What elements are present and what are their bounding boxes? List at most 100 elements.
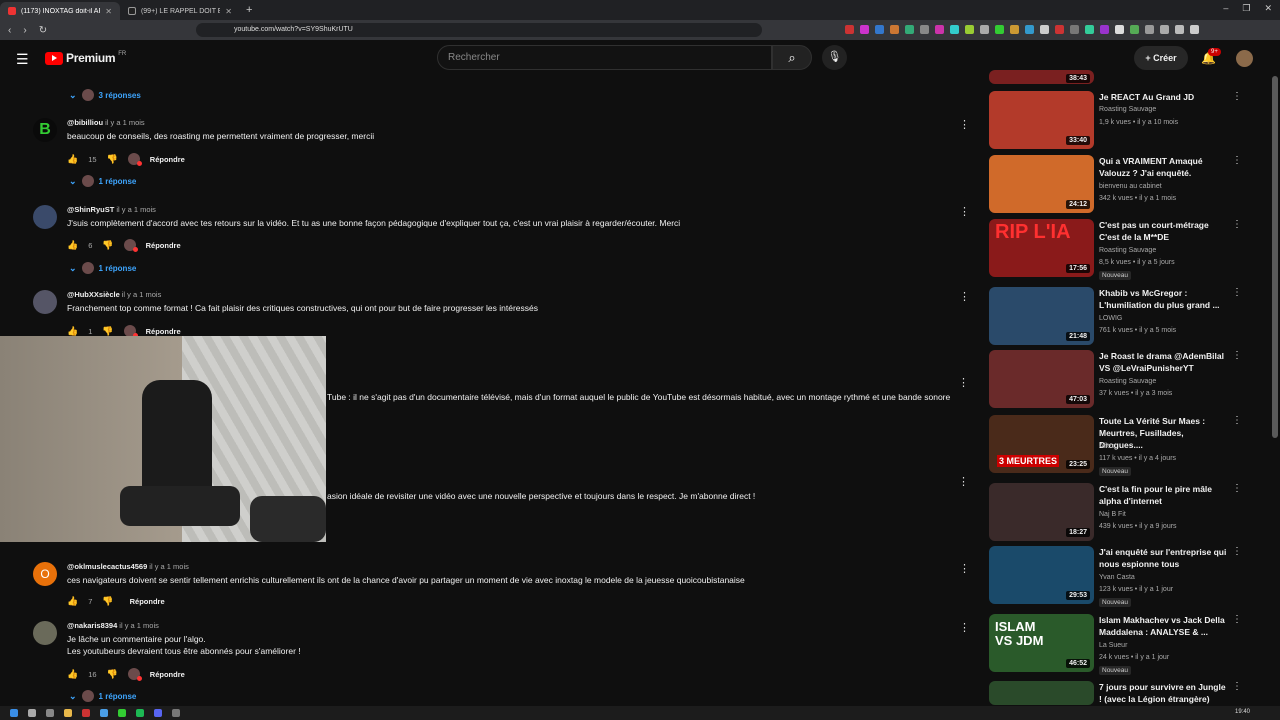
replies-toggle[interactable]: ⌄ 1 réponse xyxy=(69,262,136,274)
replies-toggle[interactable]: ⌄ 1 réponse xyxy=(69,690,136,702)
video-channel[interactable]: La Sueur xyxy=(1099,642,1127,649)
url-field[interactable]: youtube.com/watch?v=SY9ShuKrUTU xyxy=(196,23,762,37)
search-icon[interactable] xyxy=(28,709,36,717)
more-options-icon[interactable]: ⋮ xyxy=(1232,483,1242,494)
comment-time[interactable]: il y a 1 mois xyxy=(119,621,159,630)
file-explorer-icon[interactable] xyxy=(64,709,72,717)
video-channel[interactable]: Roasting Sauvage xyxy=(1099,106,1156,113)
dislike-icon[interactable]: 👎 xyxy=(102,596,113,607)
more-options-icon[interactable]: ⋮ xyxy=(1232,219,1242,230)
extension-icon[interactable] xyxy=(875,25,884,34)
more-options-icon[interactable]: ⋮ xyxy=(959,621,970,634)
video-thumbnail[interactable]: RIP L'IA 17:56 xyxy=(989,219,1094,277)
comment-author[interactable]: @oklmuslecactus4569 xyxy=(67,562,147,571)
close-tab-icon[interactable]: ✕ xyxy=(105,7,112,16)
avatar[interactable]: B xyxy=(33,118,57,142)
more-options-icon[interactable]: ⋮ xyxy=(1232,546,1242,557)
avatar[interactable] xyxy=(33,205,57,229)
avatar[interactable] xyxy=(33,290,57,314)
more-options-icon[interactable]: ⋮ xyxy=(959,118,970,131)
video-title[interactable]: 7 jours pour survivre en Jungle ! (avec … xyxy=(1099,681,1229,705)
video-thumbnail[interactable]: 24:12 xyxy=(989,155,1094,213)
extension-icon[interactable] xyxy=(1100,25,1109,34)
extension-icon[interactable] xyxy=(995,25,1004,34)
create-button[interactable]: + Créer xyxy=(1134,46,1188,70)
more-options-icon[interactable]: ⋮ xyxy=(959,290,970,303)
spotify-icon[interactable] xyxy=(136,709,144,717)
reload-icon[interactable]: ↻ xyxy=(39,25,47,36)
video-channel[interactable]: bienvenu au cabinet xyxy=(1099,183,1162,190)
replies-toggle[interactable]: ⌄ 3 réponses xyxy=(69,89,141,101)
more-options-icon[interactable]: ⋮ xyxy=(959,205,970,218)
comment-author[interactable]: @nakaris8394 xyxy=(67,621,117,630)
comment-time[interactable]: il y a 1 mois xyxy=(105,118,145,127)
video-title[interactable]: Toute La Vérité Sur Maes : Meurtres, Fus… xyxy=(1099,415,1229,451)
like-icon[interactable]: 👍 xyxy=(67,154,78,165)
comment-author[interactable]: @HubXXsiècle xyxy=(67,290,120,299)
more-options-icon[interactable]: ⋮ xyxy=(1232,350,1242,361)
video-title[interactable]: Je REACT Au Grand JD xyxy=(1099,91,1229,103)
extension-icon[interactable] xyxy=(890,25,899,34)
like-icon[interactable]: 👍 xyxy=(67,240,78,251)
extension-icon[interactable] xyxy=(1175,25,1184,34)
extension-icon[interactable] xyxy=(845,25,854,34)
video-title[interactable]: Khabib vs McGregor : L'humiliation du pl… xyxy=(1099,287,1229,311)
youtube-logo[interactable]: Premium FR xyxy=(45,51,126,65)
video-channel[interactable]: Roasting Sauvage xyxy=(1099,247,1156,254)
extension-icon[interactable] xyxy=(935,25,944,34)
dislike-icon[interactable]: 👎 xyxy=(102,240,113,251)
video-title[interactable]: Islam Makhachev vs Jack Della Maddalena … xyxy=(1099,614,1229,638)
more-options-icon[interactable]: ⋮ xyxy=(1232,614,1242,625)
extension-icon[interactable] xyxy=(1190,25,1199,34)
replies-toggle[interactable]: ⌄ 1 réponse xyxy=(69,175,136,187)
video-thumbnail[interactable]: 21:48 xyxy=(989,287,1094,345)
video-channel[interactable]: Aflex xyxy=(1099,443,1115,450)
video-channel[interactable]: Roasting Sauvage xyxy=(1099,378,1156,385)
like-icon[interactable]: 👍 xyxy=(67,596,78,607)
minimize-icon[interactable]: – xyxy=(1223,3,1228,14)
video-title[interactable]: C'est la fin pour le pire mâle alpha d'i… xyxy=(1099,483,1229,507)
video-thumbnail[interactable]: 29:53 xyxy=(989,546,1094,604)
extension-icon[interactable] xyxy=(920,25,929,34)
search-input[interactable]: Rechercher xyxy=(437,45,772,70)
forward-icon[interactable]: › xyxy=(23,25,26,36)
reply-button[interactable]: Répondre xyxy=(130,597,165,606)
video-title[interactable]: Je Roast le drama @AdemBilal VS @LeVraiP… xyxy=(1099,350,1229,374)
extension-icon[interactable] xyxy=(905,25,914,34)
back-icon[interactable]: ‹ xyxy=(8,25,11,36)
comment-time[interactable]: il y a 1 mois xyxy=(122,290,162,299)
close-tab-icon[interactable]: ✕ xyxy=(225,7,232,16)
avatar[interactable] xyxy=(1236,50,1253,67)
more-options-icon[interactable]: ⋮ xyxy=(1232,155,1242,166)
more-options-icon[interactable]: ⋮ xyxy=(958,376,969,389)
avatar[interactable]: O xyxy=(33,562,57,586)
comment-time[interactable]: il y a 1 mois xyxy=(149,562,189,571)
voice-search-button[interactable]: 🎙 xyxy=(822,45,847,70)
dislike-icon[interactable]: 👎 xyxy=(107,669,118,680)
more-options-icon[interactable]: ⋮ xyxy=(958,475,969,488)
comment-time[interactable]: il y a 1 mois xyxy=(116,205,156,214)
extension-icon[interactable] xyxy=(1160,25,1169,34)
reply-button[interactable]: Répondre xyxy=(150,155,185,164)
app-taskbar-icon[interactable] xyxy=(100,709,108,717)
new-tab-icon[interactable]: + xyxy=(246,4,252,16)
more-options-icon[interactable]: ⋮ xyxy=(1232,415,1242,426)
extension-icon[interactable] xyxy=(1025,25,1034,34)
comment-author[interactable]: @bibilliou xyxy=(67,118,103,127)
reply-button[interactable]: Répondre xyxy=(146,241,181,250)
browser-tab-1[interactable]: (1173) INOXTAG doit-il ARRÊTER ✕ xyxy=(0,2,120,20)
video-title[interactable]: Qui a VRAIMENT Amaqué Valouzz ? J'ai enq… xyxy=(1099,155,1229,179)
more-options-icon[interactable]: ⋮ xyxy=(1232,287,1242,298)
video-thumbnail[interactable]: 3 MEURTRES 23:25 xyxy=(989,415,1094,473)
video-thumbnail[interactable]: 33:40 xyxy=(989,91,1094,149)
dislike-icon[interactable]: 👎 xyxy=(107,154,118,165)
video-card[interactable]: 7 jours pour survivre en Jungle ! (avec … xyxy=(989,681,1249,705)
extension-icon[interactable] xyxy=(1130,25,1139,34)
extension-icon[interactable] xyxy=(1085,25,1094,34)
video-channel[interactable]: Naj B Fit xyxy=(1099,511,1126,518)
video-thumbnail[interactable]: 18:27 xyxy=(989,483,1094,541)
video-title[interactable]: C'est pas un court-métrage C'est de la M… xyxy=(1099,219,1229,243)
close-window-icon[interactable]: ✕ xyxy=(1264,3,1272,14)
browser-taskbar-icon[interactable] xyxy=(82,709,90,717)
more-options-icon[interactable]: ⋮ xyxy=(1232,681,1242,692)
